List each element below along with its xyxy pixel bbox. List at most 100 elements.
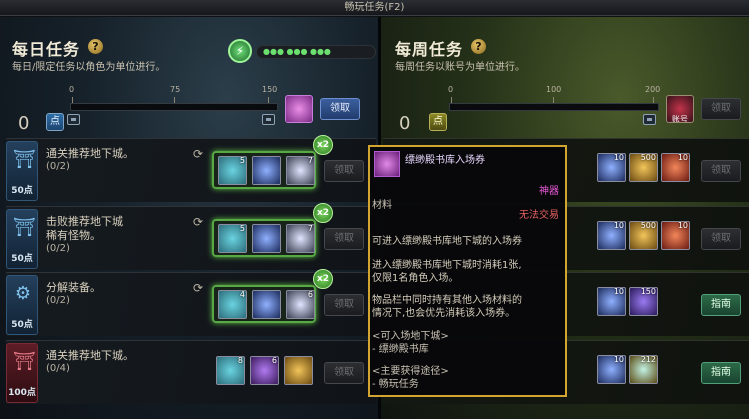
tooltip-trade: 无法交易 (519, 210, 559, 221)
reward-item-icon[interactable]: 212 (629, 355, 658, 384)
reward-item-icon[interactable]: 10 (661, 153, 690, 182)
refresh-icon[interactable]: ⟳ (193, 215, 203, 229)
weekly-help-icon[interactable]: ? (471, 39, 486, 54)
mission-claim-button[interactable]: 领取 (701, 228, 741, 250)
reward-item-count: 10 (613, 153, 624, 162)
mission-points-badge: ⚙ 50点 (6, 275, 38, 335)
reward-item-icon[interactable]: 7 (286, 224, 315, 253)
reward-item-count: 10 (613, 355, 624, 364)
tooltip-type: 材料 (372, 200, 392, 211)
reward-item-count: 5 (239, 224, 245, 233)
daily-mission-row: ⚙ 50点 分解装备。 (0/2) ⟳ 4 6 x2 领取 (6, 269, 376, 336)
reward-item-count: 150 (640, 287, 656, 296)
reward-item-count: 10 (677, 221, 688, 230)
reward-item-count: 6 (271, 356, 277, 365)
mission-name: 通关推荐地下城。 (46, 147, 134, 160)
weekly-tick-0: 0 (448, 85, 454, 94)
mission-progress: (0/2) (46, 161, 70, 172)
weekly-points-icon: 点 (429, 113, 447, 131)
daily-title: 每日任务 (12, 40, 81, 59)
reward-item-count: 10 (613, 287, 624, 296)
gate-icon: ⚙ (14, 283, 32, 304)
mission-reward-group: 5 7 (212, 151, 316, 189)
daily-streak-toggle[interactable]: ⚡ (228, 39, 252, 63)
daily-reward-ticket-icon[interactable] (285, 95, 313, 123)
mission-claim-button[interactable]: 领取 (324, 362, 364, 384)
window-title: 畅玩任务(F2) (0, 0, 749, 16)
refresh-icon[interactable]: ⟳ (193, 281, 203, 295)
mission-claim-button[interactable]: 领取 (324, 228, 364, 250)
reward-item-icon[interactable]: 4 (218, 290, 247, 319)
mission-claim-button[interactable]: 领取 (324, 294, 364, 316)
reward-item-icon[interactable]: 5 (218, 224, 247, 253)
weekly-tick-200: 200 (645, 85, 661, 94)
mission-claim-button[interactable]: 领取 (701, 160, 741, 182)
reward-item-icon[interactable] (284, 356, 313, 385)
tooltip-desc-3b: 情况下,也会优先消耗该入场券。 (372, 308, 516, 319)
guide-button[interactable]: 指南 (701, 294, 741, 316)
reward-item-icon[interactable]: 10 (597, 221, 626, 250)
reward-item-count: 500 (640, 221, 656, 230)
tooltip-desc-2b: 仅限1名角色入场。 (372, 273, 459, 284)
reward-item-icon[interactable]: 10 (597, 287, 626, 316)
mission-points-badge: ⛩ 50点 (6, 209, 38, 269)
reward-item-icon[interactable] (252, 224, 281, 253)
daily-mission-row: ⛩ 50点 通关推荐地下城。 (0/2) ⟳ 5 7 x2 领取 (6, 135, 376, 202)
reward-item-icon[interactable] (252, 290, 281, 319)
reward-item-count: 500 (640, 153, 656, 162)
daily-streak-dots: ●●● ●●● ●●● (256, 45, 376, 59)
reward-item-count: 5 (239, 156, 245, 165)
reward-item-icon[interactable]: 10 (661, 221, 690, 250)
reward-item-icon[interactable]: 8 (216, 356, 245, 385)
reward-item-icon[interactable]: 150 (629, 287, 658, 316)
weekly-claim-button[interactable]: 领取 (701, 98, 741, 120)
tooltip-title: 缥缈殿书库入场券 (405, 155, 485, 166)
item-tooltip: 缥缈殿书库入场券 神器 材料 无法交易 可进入缥缈殿书库地下城的入场券 进入缥缈… (368, 145, 567, 397)
reward-item-icon[interactable]: 500 (629, 221, 658, 250)
daily-help-icon[interactable]: ? (88, 39, 103, 54)
tooltip-rarity: 神器 (539, 186, 559, 197)
multiplier-badge: x2 (313, 135, 333, 155)
weekly-points-value: 0 (399, 113, 411, 134)
reward-item-count: 10 (677, 153, 688, 162)
reward-item-count: 7 (307, 156, 313, 165)
gate-icon: ⛩ (13, 149, 36, 170)
mission-progress: (0/2) (46, 295, 70, 306)
gate-icon: ⛩ (13, 217, 36, 238)
mission-points-badge: ⛩ 100点 (6, 343, 38, 403)
weekly-reward-account-icon[interactable]: 账号 (666, 95, 694, 123)
reward-item-icon[interactable] (252, 156, 281, 185)
reward-item-count: 212 (640, 355, 656, 364)
weekly-points-bar (449, 103, 659, 111)
reward-item-icon[interactable]: 500 (629, 153, 658, 182)
reward-item-count: 7 (307, 224, 313, 233)
reward-item-icon[interactable]: 6 (286, 290, 315, 319)
tooltip-desc-2a: 进入缥缈殿书库地下城时消耗1张, (372, 260, 522, 271)
guide-button[interactable]: 指南 (701, 362, 741, 384)
multiplier-badge: x2 (313, 203, 333, 223)
multiplier-badge: x2 (313, 269, 333, 289)
tooltip-section-source: <主要获得途径> (372, 366, 449, 377)
daily-claim-button[interactable]: 领取 (320, 98, 360, 120)
weekly-tick-100: 100 (546, 85, 562, 94)
reward-item-icon[interactable]: 10 (597, 153, 626, 182)
mission-points-label: 50点 (11, 186, 33, 196)
mission-points-label: 50点 (11, 254, 33, 264)
daily-points-icon: 点 (46, 113, 64, 131)
daily-tick-150: 150 (262, 85, 278, 94)
mission-name: 击败推荐地下城 稀有怪物。 (46, 215, 123, 242)
lock-icon (262, 114, 275, 125)
reward-item-icon[interactable]: 6 (250, 356, 279, 385)
tooltip-desc-1: 可进入缥缈殿书库地下城的入场券 (372, 236, 522, 247)
refresh-icon[interactable]: ⟳ (193, 147, 203, 161)
mission-progress: (0/2) (46, 243, 70, 254)
reward-item-icon[interactable]: 10 (597, 355, 626, 384)
reward-item-icon[interactable]: 5 (218, 156, 247, 185)
daily-tick-75: 75 (170, 85, 181, 94)
mission-points-label: 100点 (8, 388, 36, 398)
reward-item-icon[interactable]: 7 (286, 156, 315, 185)
weekly-subtitle: 每周任务以账号为单位进行。 (395, 62, 525, 73)
reward-item-count: 6 (307, 290, 313, 299)
tooltip-dungeon-name: - 缥缈殿书库 (372, 344, 429, 355)
mission-claim-button[interactable]: 领取 (324, 160, 364, 182)
